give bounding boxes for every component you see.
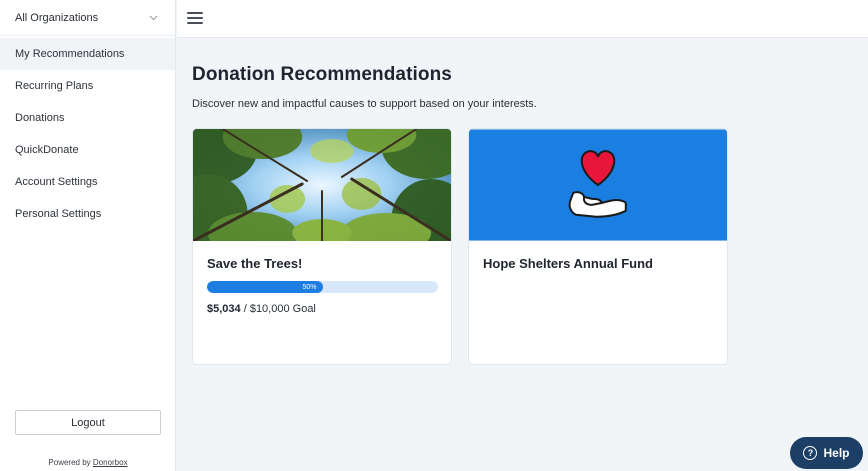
sidebar-item-label: Personal Settings (15, 208, 102, 220)
powered-by-footer: Powered by Donorbox (0, 458, 176, 467)
sidebar-item-recurring-plans[interactable]: Recurring Plans (0, 70, 175, 102)
page-title: Donation Recommendations (192, 64, 452, 85)
sidebar-item-account-settings[interactable]: Account Settings (0, 166, 175, 198)
top-bar (177, 0, 868, 38)
raised-amount: $5,034 (207, 303, 241, 315)
sidebar-item-personal-settings[interactable]: Personal Settings (0, 198, 175, 230)
progress-bar-fill: 50% (207, 281, 323, 293)
progress-bar: 50% (207, 281, 438, 293)
main-content: Donation Recommendations Discover new an… (192, 64, 868, 110)
powered-by-text: Powered by (48, 458, 91, 467)
question-mark-icon: ? (803, 446, 818, 460)
heart-in-hand-icon (469, 129, 727, 241)
sidebar-item-donations[interactable]: Donations (0, 102, 175, 134)
sidebar-item-my-recommendations[interactable]: My Recommendations (0, 38, 175, 70)
sidebar-item-label: Recurring Plans (15, 80, 94, 92)
hamburger-menu-icon[interactable] (187, 11, 203, 25)
sidebar-item-label: Donations (15, 112, 65, 124)
help-label: Help (823, 446, 850, 460)
sidebar: All Organizations My Recommendations Rec… (0, 0, 176, 471)
campaign-title: Hope Shelters Annual Fund (483, 256, 653, 271)
campaign-card-hope-shelters[interactable]: Hope Shelters Annual Fund (468, 128, 728, 365)
help-button[interactable]: ? Help (790, 437, 863, 469)
campaign-card-save-the-trees[interactable]: Save the Trees! 50% $5,034 / $10,000 Goa… (192, 128, 452, 365)
sidebar-nav: My Recommendations Recurring Plans Donat… (0, 38, 175, 230)
logout-button[interactable]: Logout (15, 410, 161, 435)
organization-selector[interactable]: All Organizations (0, 0, 175, 36)
sidebar-item-label: My Recommendations (15, 48, 125, 60)
progress-label: 50% (302, 283, 317, 291)
sidebar-item-label: QuickDonate (15, 144, 79, 156)
sidebar-item-quickdonate[interactable]: QuickDonate (0, 134, 175, 166)
donorbox-link[interactable]: Donorbox (93, 458, 128, 467)
page-subtitle: Discover new and impactful causes to sup… (192, 98, 537, 110)
forest-canopy-photo (193, 129, 451, 241)
recommendation-cards: Save the Trees! 50% $5,034 / $10,000 Goa… (192, 128, 728, 365)
fundraising-amount: $5,034 / $10,000 Goal (207, 303, 316, 315)
campaign-title: Save the Trees! (207, 256, 303, 271)
sidebar-item-label: Account Settings (15, 176, 98, 188)
organization-selector-label: All Organizations (15, 11, 99, 24)
chevron-down-icon (147, 12, 159, 24)
goal-amount: / $10,000 Goal (240, 303, 316, 315)
